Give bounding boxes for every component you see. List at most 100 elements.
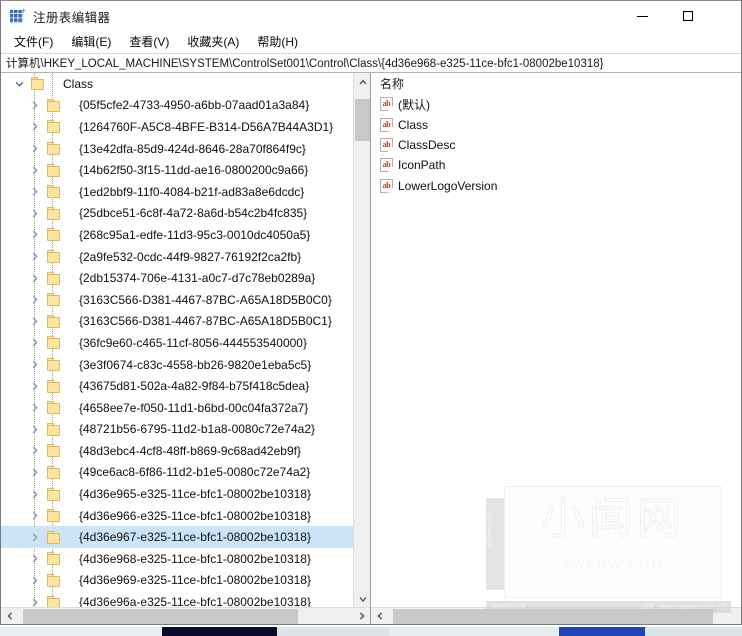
scroll-up-button[interactable]	[354, 73, 370, 90]
chevron-right-icon[interactable]	[27, 400, 43, 416]
folder-icon	[47, 206, 62, 220]
chevron-right-icon[interactable]	[27, 184, 43, 200]
chevron-right-icon[interactable]	[27, 270, 43, 286]
tree-row[interactable]: {48d3ebc4-4cf8-48ff-b869-9c68ad42eb9f}	[1, 440, 353, 462]
value-row[interactable]: ab LowerLogoVersion	[371, 176, 741, 196]
value-row[interactable]: ab IconPath	[371, 155, 741, 175]
tree-viewport[interactable]: Class {05f5cfe2-4733-4950-a6bb-07aad01a3a…	[1, 73, 370, 607]
close-button[interactable]	[711, 1, 741, 31]
tree-row[interactable]: {2a9fe532-0cdc-44f9-9827-76192f2ca2fb}	[1, 246, 353, 268]
chevron-right-icon[interactable]	[27, 313, 43, 329]
menu-view[interactable]: 查看(V)	[120, 31, 178, 53]
value-row[interactable]: ab ClassDesc	[371, 135, 741, 155]
chevron-right-icon[interactable]	[27, 205, 43, 221]
tree-row[interactable]: {36fc9e60-c465-11cf-8056-444553540000}	[1, 332, 353, 354]
chevron-right-icon[interactable]	[27, 162, 43, 178]
tree-row[interactable]: {4d36e966-e325-11ce-bfc1-08002be10318}	[1, 505, 353, 527]
title-bar[interactable]: 注册表编辑器	[1, 1, 741, 31]
scroll-left-button[interactable]	[1, 608, 18, 625]
tree-row[interactable]: {4d36e96a-e325-11ce-bfc1-08002be10318}	[1, 591, 353, 607]
chevron-right-icon[interactable]	[27, 551, 43, 567]
tree-row-label: {3163C566-D381-4467-87BC-A65A18D5B0C0}	[79, 292, 332, 307]
value-name: Class	[398, 117, 429, 132]
chevron-right-icon[interactable]	[27, 97, 43, 113]
column-header-name[interactable]: 名称	[371, 75, 404, 92]
chevron-right-icon[interactable]	[27, 572, 43, 588]
chevron-right-icon[interactable]	[27, 227, 43, 243]
tree-row[interactable]: {1264760F-A5C8-4BFE-B314-D56A7B44A3D1}	[1, 116, 353, 138]
address-bar[interactable]: 计算机\HKEY_LOCAL_MACHINE\SYSTEM\ControlSet…	[1, 53, 741, 73]
tree-row-label: {1ed2bbf9-11f0-4084-b21f-ad83a8e6dcdc}	[79, 184, 305, 199]
tree-rows: Class {05f5cfe2-4733-4950-a6bb-07aad01a3a…	[1, 73, 353, 607]
chevron-right-icon[interactable]	[27, 508, 43, 524]
tree-scrollbar-thumb[interactable]	[355, 99, 370, 141]
tree-row[interactable]: {4d36e969-e325-11ce-bfc1-08002be10318}	[1, 570, 353, 592]
chevron-right-icon[interactable]	[27, 141, 43, 157]
tree-row[interactable]: {49ce6ac8-6f86-11d2-b1e5-0080c72e74a2}	[1, 462, 353, 484]
chevron-right-icon[interactable]	[27, 249, 43, 265]
chevron-right-icon[interactable]	[27, 119, 43, 135]
tree-row[interactable]: {4d36e968-e325-11ce-bfc1-08002be10318}	[1, 548, 353, 570]
tree-row[interactable]: {4d36e965-e325-11ce-bfc1-08002be10318}	[1, 483, 353, 505]
tree-row[interactable]: {13e42dfa-85d9-424d-8646-28a70f864f9c}	[1, 138, 353, 160]
scroll-right-button[interactable]	[353, 608, 370, 625]
tree-row-label: {13e42dfa-85d9-424d-8646-28a70f864f9c}	[79, 141, 306, 156]
tree-row[interactable]: {14b62f50-3f15-11dd-ae16-0800200c9a66}	[1, 159, 353, 181]
tree-row[interactable]: {25dbce51-6c8f-4a72-8a6d-b54c2b4fc835}	[1, 203, 353, 225]
tree-row[interactable]: {05f5cfe2-4733-4950-a6bb-07aad01a3a84}	[1, 95, 353, 117]
tree-row[interactable]: {3163C566-D381-4467-87BC-A65A18D5B0C1}	[1, 311, 353, 333]
folder-icon	[47, 250, 62, 264]
chevron-right-icon[interactable]	[27, 421, 43, 437]
scroll-down-button[interactable]	[354, 590, 370, 607]
tree-vertical-scrollbar[interactable]	[353, 73, 370, 607]
tree-row[interactable]: {4658ee7e-f050-11d1-b6bd-00c04fa372a7}	[1, 397, 353, 419]
chevron-right-icon[interactable]	[27, 486, 43, 502]
tree-row-label: {4d36e968-e325-11ce-bfc1-08002be10318}	[79, 551, 311, 566]
string-value-icon: ab	[380, 117, 393, 132]
maximize-button[interactable]	[665, 1, 711, 31]
tree-row-label: {48d3ebc4-4cf8-48ff-b869-9c68ad42eb9f}	[79, 443, 301, 458]
tree-row-label: {4d36e967-e325-11ce-bfc1-08002be10318}	[79, 530, 311, 545]
folder-icon	[47, 271, 62, 285]
value-row[interactable]: ab Class	[371, 114, 741, 134]
tree-horizontal-scrollbar[interactable]	[1, 607, 370, 624]
values-list[interactable]: ab (默认) ab Class ab ClassDesc ab IconPath ab Lowe…	[371, 94, 741, 607]
chevron-right-icon[interactable]	[27, 335, 43, 351]
tree-row-label: {2a9fe532-0cdc-44f9-9827-76192f2ca2fb}	[79, 249, 302, 264]
tree-row[interactable]: Class	[1, 73, 353, 95]
tree-row[interactable]: {1ed2bbf9-11f0-4084-b21f-ad83a8e6dcdc}	[1, 181, 353, 203]
values-hscrollbar-thumb[interactable]	[393, 609, 713, 624]
tree-row-label: {4658ee7e-f050-11d1-b6bd-00c04fa372a7}	[79, 400, 309, 415]
chevron-right-icon[interactable]	[27, 378, 43, 394]
chevron-right-icon[interactable]	[27, 357, 43, 373]
string-value-icon: ab	[380, 178, 393, 193]
tree-row[interactable]: {4d36e967-e325-11ce-bfc1-08002be10318}	[1, 526, 353, 549]
window-controls	[619, 1, 741, 31]
registry-path[interactable]: 计算机\HKEY_LOCAL_MACHINE\SYSTEM\ControlSet…	[1, 55, 603, 71]
folder-icon	[47, 98, 62, 112]
chevron-right-icon[interactable]	[27, 594, 43, 607]
menu-edit[interactable]: 编辑(E)	[62, 31, 120, 53]
tree-hscrollbar-thumb[interactable]	[23, 609, 298, 624]
minimize-button[interactable]	[619, 1, 665, 31]
tree-row[interactable]: {268c95a1-edfe-11d3-95c3-0010dc4050a5}	[1, 224, 353, 246]
tree-row[interactable]: {3163C566-D381-4467-87BC-A65A18D5B0C0}	[1, 289, 353, 311]
chevron-right-icon[interactable]	[27, 529, 43, 545]
folder-icon	[47, 358, 62, 372]
scroll-left-button[interactable]	[371, 608, 388, 625]
tree-row[interactable]: {48721b56-6795-11d2-b1a8-0080c72e74a2}	[1, 419, 353, 441]
tree-row[interactable]: {43675d81-502a-4a82-9f84-b75f418c5dea}	[1, 375, 353, 397]
chevron-right-icon[interactable]	[27, 464, 43, 480]
tree-row[interactable]: {2db15374-706e-4131-a0c7-d7c78eb0289a}	[1, 267, 353, 289]
tree-row-label: Class	[63, 76, 94, 91]
menu-file[interactable]: 文件(F)	[5, 31, 62, 53]
chevron-right-icon[interactable]	[27, 443, 43, 459]
menu-favorites[interactable]: 收藏夹(A)	[178, 31, 248, 53]
chevron-down-icon[interactable]	[11, 76, 27, 92]
values-column-header[interactable]: 名称	[371, 73, 741, 94]
value-row[interactable]: ab (默认)	[371, 94, 741, 114]
tree-row[interactable]: {3e3f0674-c83c-4558-bb26-9820e1eba5c5}	[1, 354, 353, 376]
chevron-right-icon[interactable]	[27, 292, 43, 308]
menu-help[interactable]: 帮助(H)	[248, 31, 307, 53]
values-horizontal-scrollbar[interactable]	[371, 607, 741, 624]
